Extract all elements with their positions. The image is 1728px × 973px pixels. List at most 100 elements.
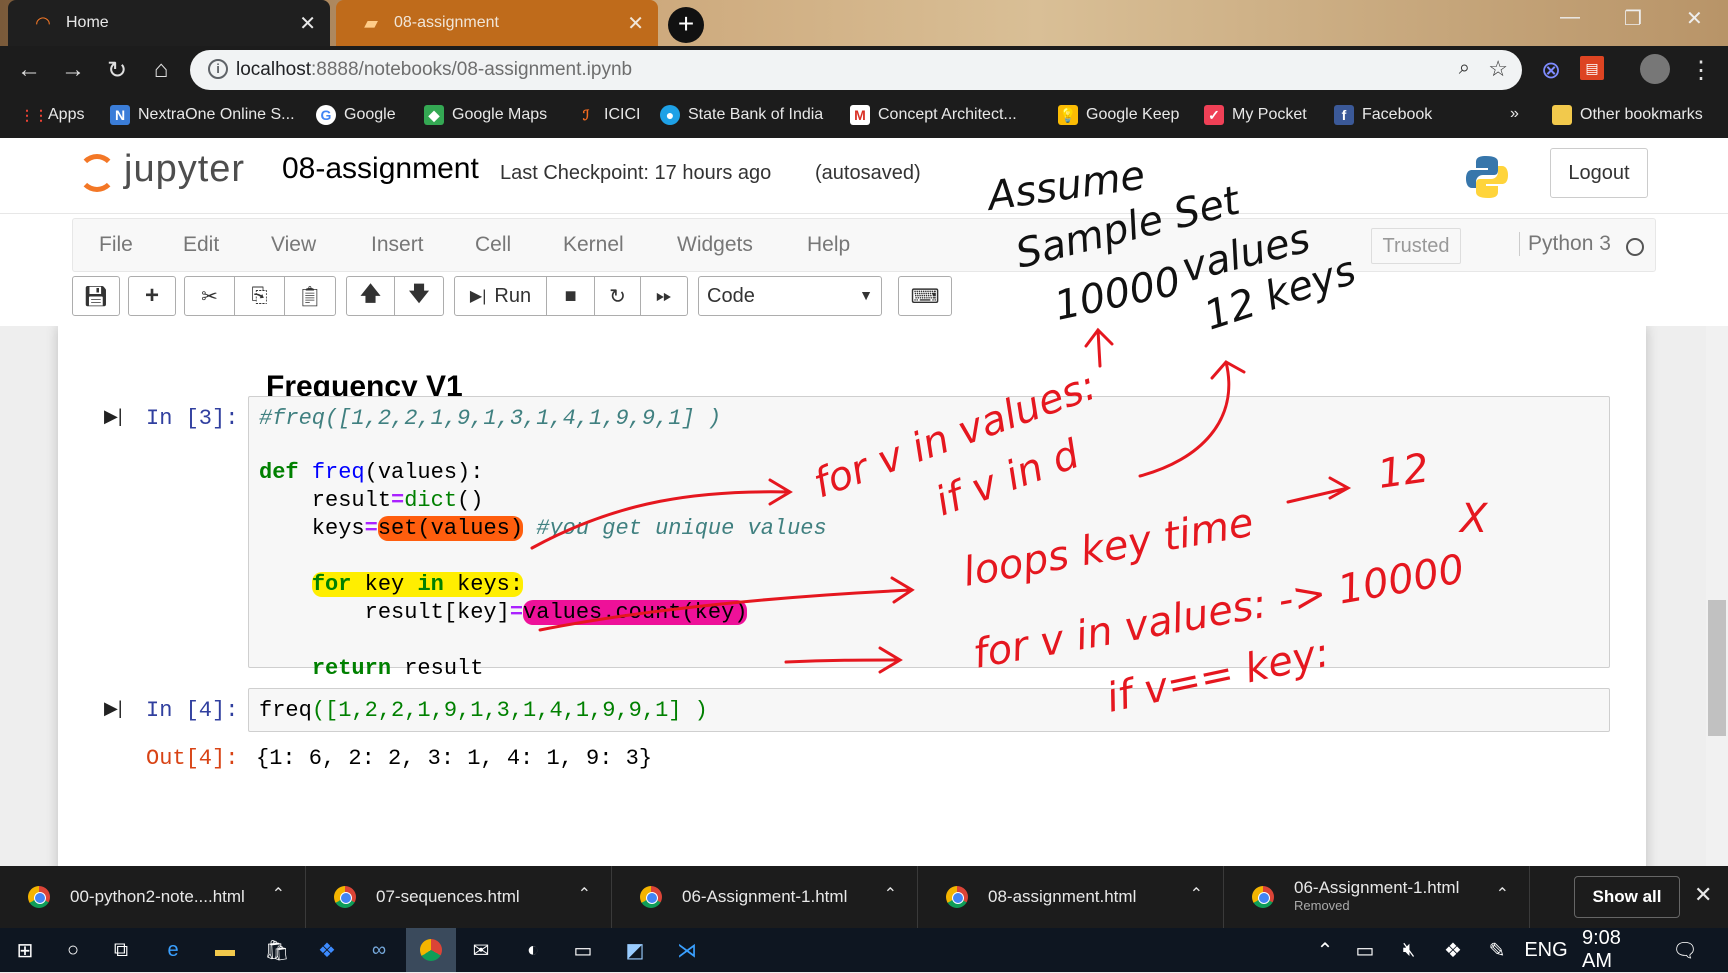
bookmark-apps[interactable]: ⋮⋮ Apps (20, 105, 84, 125)
trusted-indicator[interactable]: Trusted (1371, 228, 1461, 264)
scrollbar-thumb[interactable] (1708, 600, 1726, 736)
minimize-icon[interactable]: — (1560, 6, 1580, 29)
back-arrow-icon[interactable]: ← (14, 56, 44, 84)
menu-edit[interactable]: Edit (183, 233, 219, 257)
search-circle-icon[interactable]: ○ (58, 936, 88, 964)
new-tab-button[interactable]: + (668, 7, 704, 43)
chrome-taskbar-icon[interactable] (416, 936, 446, 964)
bookmark-sbi[interactable]: ● State Bank of India (660, 105, 823, 125)
extension-red-icon[interactable]: ▤ (1580, 56, 1604, 80)
run-cell-icon[interactable]: ▶| (104, 406, 123, 427)
insert-cell-button[interactable]: + (129, 277, 175, 315)
menu-file[interactable]: File (99, 233, 133, 257)
close-tab-icon[interactable]: ✕ (299, 11, 316, 36)
cut-button[interactable]: ✂ (185, 277, 235, 315)
vscode-icon[interactable]: ⋊ (672, 936, 702, 964)
chevron-up-icon[interactable]: ⌃ (578, 884, 591, 904)
menu-insert[interactable]: Insert (371, 233, 424, 257)
omnibox[interactable]: i localhost:8888/notebooks/08-assignment… (190, 50, 1522, 90)
download-item[interactable]: 06-Assignment-1.html Removed ⌃ (1224, 866, 1530, 928)
move-up-button[interactable]: 🡅 (347, 277, 395, 315)
close-shelf-icon[interactable]: ✕ (1694, 882, 1712, 908)
code-cell-input[interactable]: #freq([1,2,2,1,9,1,3,1,4,1,9,9,1] ) def … (248, 396, 1610, 681)
bookmark-google-keep[interactable]: 💡 Google Keep (1058, 105, 1179, 125)
task-view-icon[interactable]: ⧉ (106, 936, 136, 964)
volume-mute-icon[interactable]: 🔇︎ (1394, 936, 1424, 964)
chevron-up-icon[interactable]: ⌃ (1496, 884, 1509, 904)
chevron-up-icon[interactable]: ⌃ (884, 884, 897, 904)
infinity-app-icon[interactable]: ∞ (364, 936, 394, 964)
url-text[interactable]: localhost:8888/notebooks/08-assignment.i… (236, 59, 632, 81)
interrupt-button[interactable]: ■ (547, 277, 595, 315)
eclipse-icon[interactable]: ◐ (518, 936, 548, 964)
show-all-button[interactable]: Show all (1574, 876, 1680, 918)
menu-help[interactable]: Help (807, 233, 850, 257)
bookmark-icici[interactable]: ℐ ICICI (576, 105, 641, 125)
zoom-icon[interactable]: ⌕ (1459, 57, 1470, 80)
kernel-name[interactable]: Python 3 (1519, 232, 1611, 256)
language-indicator[interactable]: ENG (1524, 936, 1567, 964)
copy-button[interactable]: ⎘ (235, 277, 285, 315)
run-cell-icon[interactable]: ▶| (104, 698, 123, 719)
chevron-up-icon[interactable]: ⌃ (272, 884, 285, 904)
logout-button[interactable]: Logout (1550, 148, 1648, 198)
menu-widgets[interactable]: Widgets (677, 233, 753, 257)
menu-kernel[interactable]: Kernel (563, 233, 624, 257)
avatar[interactable] (1640, 54, 1670, 84)
browser-menu-icon[interactable]: ⋮ (1686, 56, 1716, 85)
close-tab-icon[interactable]: ✕ (627, 11, 644, 36)
bookmark-star-icon[interactable]: ☆ (1488, 56, 1508, 82)
edge-icon[interactable]: e (158, 936, 188, 964)
download-item[interactable]: 06-Assignment-1.html ⌃ (612, 866, 918, 928)
restart-button[interactable]: ↻ (595, 277, 641, 315)
bookmark-facebook[interactable]: f Facebook (1334, 105, 1432, 125)
terminal-icon[interactable]: ▭ (568, 936, 598, 964)
menu-cell[interactable]: Cell (475, 233, 511, 257)
bookmark-google[interactable]: G Google (316, 105, 396, 125)
pen-icon[interactable]: ✎ (1482, 936, 1512, 964)
extension-icon[interactable]: ⊗ (1536, 56, 1566, 85)
move-down-button[interactable]: 🡇 (395, 277, 443, 315)
dropbox-icon[interactable]: ❖ (312, 936, 342, 964)
tray-chevron-icon[interactable]: ⌃ (1310, 936, 1340, 964)
code-cell-input[interactable]: freq([1,2,2,1,9,1,3,1,4,1,9,9,1] ) (248, 688, 1610, 732)
tab-08-assignment[interactable]: ▰ 08-assignment ✕ (336, 0, 658, 46)
download-item[interactable]: 08-assignment.html ⌃ (918, 866, 1224, 928)
notebook-name[interactable]: 08-assignment (282, 152, 479, 186)
chevron-up-icon[interactable]: ⌃ (1190, 884, 1203, 904)
forward-arrow-icon[interactable]: → (58, 56, 88, 84)
jupyter-logo-icon[interactable] (78, 154, 116, 192)
paste-button[interactable]: 📋︎ (285, 277, 335, 315)
clock[interactable]: 9:08 AM (1582, 927, 1646, 972)
tab-home[interactable]: ◠ Home ✕ (8, 0, 330, 46)
run-button[interactable]: ▶| Run (455, 277, 547, 315)
bookmark-my-pocket[interactable]: ✓ My Pocket (1204, 105, 1307, 125)
restore-icon[interactable]: ❐ (1624, 6, 1642, 31)
cell-type-select[interactable]: Code ▼ (698, 276, 882, 316)
reload-icon[interactable]: ↻ (102, 56, 132, 85)
notebook-area[interactable]: Frequency V1 ▶| In [3]: #freq([1,2,2,1,9… (0, 326, 1728, 866)
mail-icon[interactable]: ✉ (466, 936, 496, 964)
save-button[interactable]: 💾︎ (73, 277, 119, 315)
site-info-icon[interactable]: i (208, 59, 228, 79)
vertical-scrollbar[interactable] (1706, 326, 1728, 866)
jupyter-logo-text[interactable]: jupyter (124, 148, 245, 191)
notes-icon[interactable]: ◩ (620, 936, 650, 964)
restart-run-all-button[interactable]: ⏩︎ (641, 277, 687, 315)
bookmark-google-maps[interactable]: ◆ Google Maps (424, 105, 547, 125)
window-close-icon[interactable]: ✕ (1686, 6, 1703, 31)
notifications-icon[interactable]: 🗨︎ (1670, 936, 1700, 964)
bookmark-nextraone[interactable]: N NextraOne Online S... (110, 105, 295, 125)
download-item[interactable]: 00-python2-note....html ⌃ (0, 866, 306, 928)
other-bookmarks[interactable]: Other bookmarks (1552, 105, 1703, 125)
windows-start-icon[interactable]: ⊞ (10, 936, 40, 964)
download-item[interactable]: 07-sequences.html ⌃ (306, 866, 612, 928)
more-bookmarks-chevron[interactable]: » (1510, 105, 1519, 123)
home-icon[interactable]: ⌂ (146, 56, 176, 84)
menu-view[interactable]: View (271, 233, 316, 257)
store-icon[interactable]: 🛍︎ (262, 936, 292, 964)
command-palette-button[interactable]: ⌨ (899, 277, 951, 315)
dropbox-tray-icon[interactable]: ❖ (1438, 936, 1468, 964)
file-explorer-icon[interactable]: ▬ (210, 936, 240, 964)
battery-icon[interactable]: ▭ (1350, 936, 1380, 964)
